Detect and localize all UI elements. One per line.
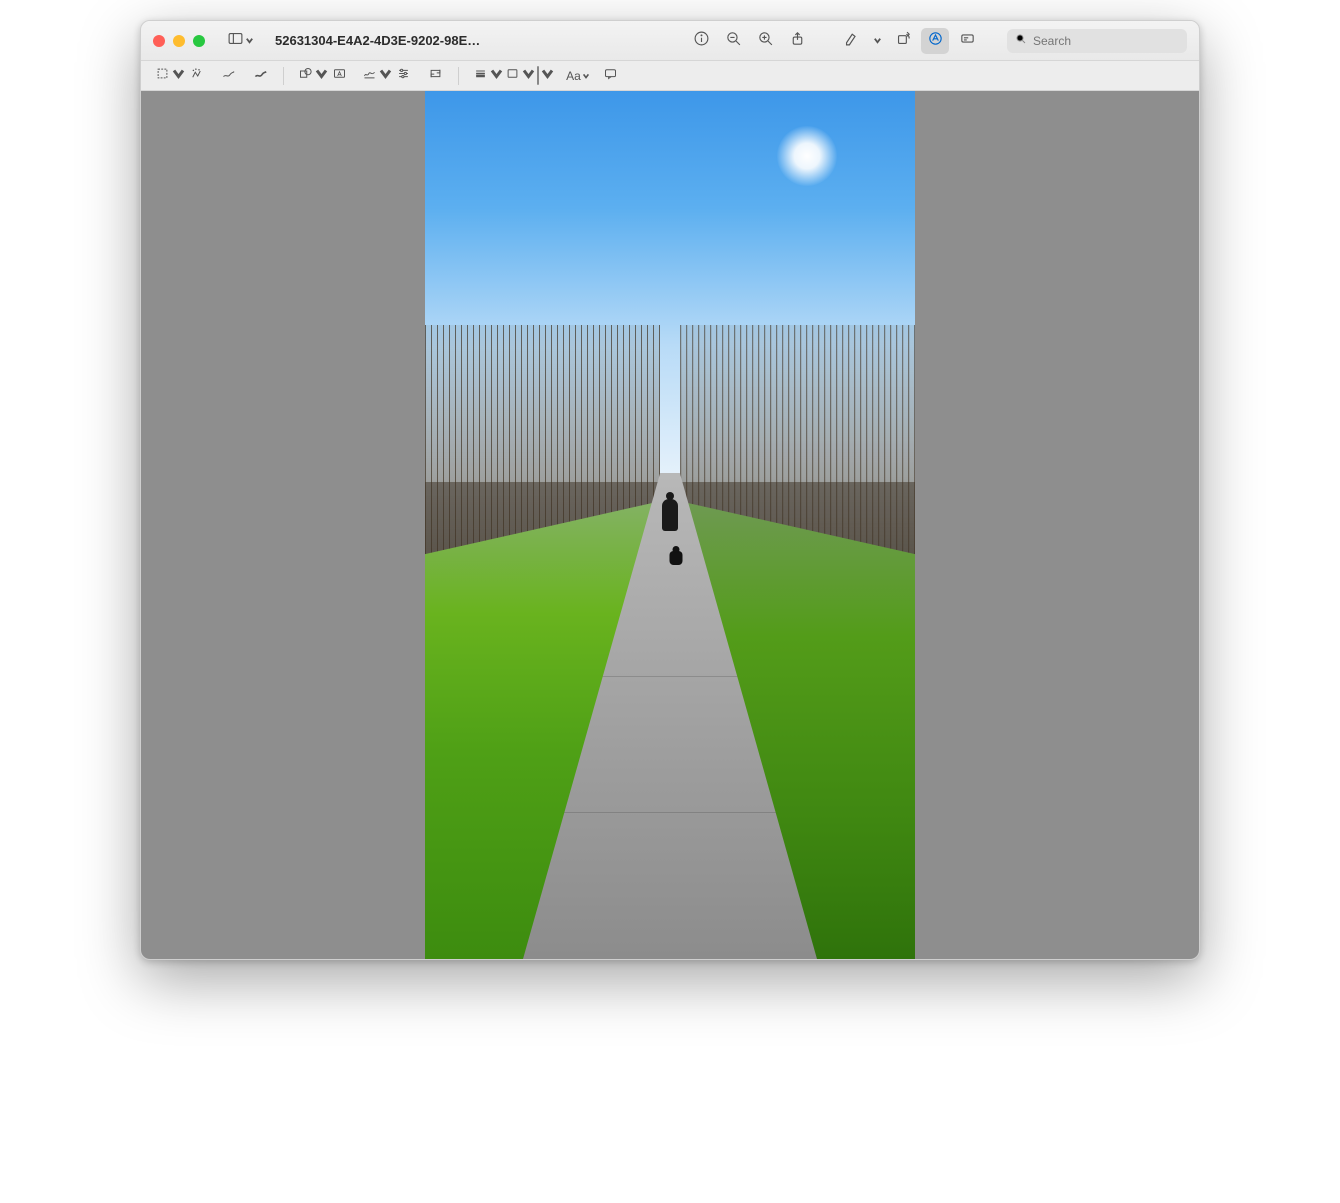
chevron-down-icon [582,69,590,83]
adjust-color-tool[interactable] [390,65,416,87]
font-label: Aa [566,69,581,83]
zoom-out-button[interactable] [719,28,747,54]
sidebar-toggle[interactable] [223,28,261,54]
window-title: 52631304-E4A2-4D3E-9202-98E… [271,33,677,48]
markup-icon [927,30,944,52]
chevron-down-icon [873,32,882,50]
highlight-button[interactable] [837,28,865,54]
titlebar: 52631304-E4A2-4D3E-9202-98E… [141,21,1199,61]
fill-color-tool[interactable] [533,65,559,87]
share-icon [789,30,806,52]
minimize-button[interactable] [173,35,185,47]
sketch-icon [221,66,236,86]
shapes-icon [298,66,313,86]
annotate-tool[interactable] [597,65,623,87]
crop-size-tool[interactable] [422,65,448,87]
search-input[interactable] [1033,34,1179,48]
info-button[interactable] [687,28,715,54]
photo-sun [777,126,837,186]
info-icon [693,30,710,52]
form-icon [959,30,976,52]
markup-button[interactable] [921,28,949,54]
image-viewport[interactable] [425,91,915,959]
text-icon [332,66,347,86]
markup-toolbar: Aa [141,61,1199,91]
window-controls [153,35,205,47]
line-style-tool[interactable] [469,65,495,87]
sidebar-icon [227,30,244,52]
search-icon [1015,33,1027,48]
zoom-in-icon [757,30,774,52]
zoom-out-icon [725,30,742,52]
crop-icon [428,66,443,86]
highlight-menu[interactable] [869,28,885,54]
sketch-tool[interactable] [215,65,241,87]
text-tool[interactable] [326,65,352,87]
adjust-icon [396,66,411,86]
rotate-button[interactable] [889,28,917,54]
fill-swatch [537,67,539,85]
highlight-icon [843,30,860,52]
photo-figure-person [662,499,678,531]
shapes-tool[interactable] [294,65,320,87]
sign-tool[interactable] [358,65,384,87]
chevron-down-icon [540,66,555,86]
border-icon [505,66,520,86]
share-button[interactable] [783,28,811,54]
sign-icon [362,66,377,86]
close-button[interactable] [153,35,165,47]
search-field[interactable] [1007,29,1187,53]
photo-sky [425,91,915,482]
annotate-icon [603,66,618,86]
chevron-down-icon [245,32,254,50]
instant-alpha-icon [189,66,204,86]
border-color-tool[interactable] [501,65,527,87]
canvas-area[interactable] [141,91,1199,959]
zoom-button[interactable] [193,35,205,47]
draw-icon [253,66,268,86]
zoom-in-button[interactable] [751,28,779,54]
selection-tool[interactable] [151,65,177,87]
form-button[interactable] [953,28,981,54]
toolbar-divider [283,67,284,85]
draw-tool[interactable] [247,65,273,87]
line-style-icon [473,66,488,86]
rotate-icon [895,30,912,52]
text-style-tool[interactable]: Aa [565,65,591,87]
preview-window: 52631304-E4A2-4D3E-9202-98E… [140,20,1200,960]
selection-icon [155,66,170,86]
instant-alpha-tool[interactable] [183,65,209,87]
photo-figure-dog [670,551,683,565]
toolbar-divider [458,67,459,85]
